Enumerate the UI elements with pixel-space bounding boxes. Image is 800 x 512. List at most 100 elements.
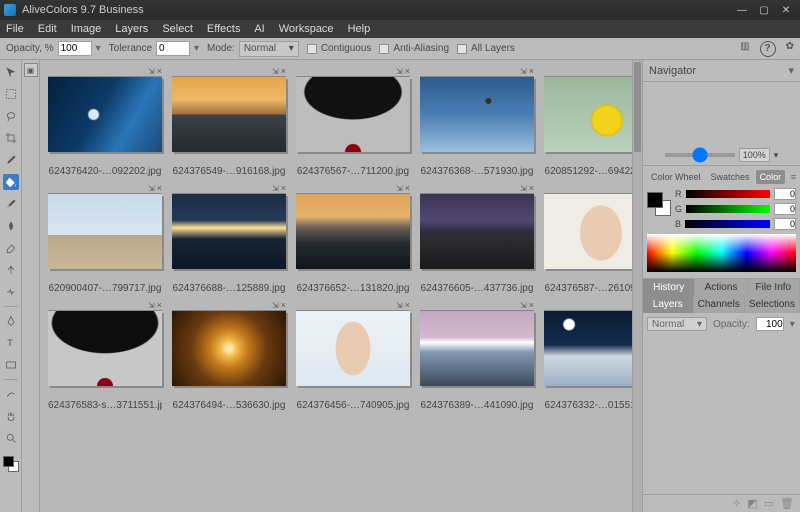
color-spectrum[interactable] — [647, 234, 796, 272]
thumbnail-card[interactable]: ⇲×624376567-…711200.jpg — [296, 66, 410, 177]
crop-tool[interactable] — [3, 130, 19, 146]
thumbnail-card[interactable]: ⇲×624376605-…437736.jpg — [420, 183, 534, 294]
r-input[interactable] — [774, 188, 796, 200]
close-icon[interactable]: × — [405, 300, 410, 310]
layer-new-icon[interactable]: ▭ — [764, 497, 774, 510]
g-slider[interactable] — [686, 205, 770, 213]
layer-fx-icon[interactable]: ✧ — [732, 497, 741, 510]
menu-edit[interactable]: Edit — [38, 23, 57, 35]
thumbnail-card[interactable]: ⇲×624376494-…536630.jpg — [172, 300, 286, 411]
pin-icon[interactable]: ⇲ — [272, 67, 279, 76]
color-swatch[interactable] — [3, 456, 19, 472]
pin-icon[interactable]: ⇲ — [520, 67, 527, 76]
blend-mode-dropdown[interactable]: Normal▾ — [647, 317, 707, 331]
close-icon[interactable]: × — [529, 183, 534, 193]
thumbnail-card[interactable]: ⇲×624376456-…740905.jpg — [296, 300, 410, 411]
thumbnail-card[interactable]: ⇲×624376549-…916168.jpg — [172, 66, 286, 177]
menu-ai[interactable]: AI — [254, 23, 264, 35]
tolerance-stepper-icon[interactable]: ▾ — [194, 43, 199, 54]
close-icon[interactable]: × — [405, 183, 410, 193]
thumbnail-card[interactable]: ⇲×624376389-…441090.jpg — [420, 300, 534, 411]
gallery-scrollbar[interactable] — [632, 60, 642, 512]
thumbnail-card[interactable]: ⇲×624376583-s…3711551.jpg — [48, 300, 162, 411]
mode-dropdown[interactable]: Normal▾ — [239, 41, 299, 57]
thumbnail-image[interactable] — [544, 194, 632, 269]
tab-selections[interactable]: Selections — [745, 296, 800, 313]
lasso-tool[interactable] — [3, 108, 19, 124]
pin-icon[interactable]: ⇲ — [272, 184, 279, 193]
zoom-tool[interactable] — [3, 430, 19, 446]
thumbnail-image[interactable] — [296, 194, 410, 269]
eraser-tool[interactable] — [3, 240, 19, 256]
pin-icon[interactable]: ⇲ — [396, 184, 403, 193]
hand-tool[interactable] — [3, 408, 19, 424]
tab-history[interactable]: History — [643, 279, 695, 296]
thumbnail-image[interactable] — [296, 311, 410, 386]
menu-image[interactable]: Image — [71, 23, 102, 35]
menu-workspace[interactable]: Workspace — [279, 23, 334, 35]
g-input[interactable] — [774, 203, 796, 215]
menu-file[interactable]: File — [6, 23, 24, 35]
panel-menu-icon[interactable]: ▾ — [788, 64, 794, 77]
thumbnail-card[interactable]: ⇲×620900407-…799717.jpg — [48, 183, 162, 294]
close-icon[interactable]: × — [529, 66, 534, 76]
thumbnail-image[interactable] — [296, 77, 410, 152]
tab-color-wheel[interactable]: Color Wheel — [647, 170, 705, 184]
thumbnail-image[interactable] — [48, 311, 162, 386]
smudge-tool[interactable] — [3, 386, 19, 402]
tab-actions[interactable]: Actions — [695, 279, 747, 296]
r-slider[interactable] — [686, 190, 771, 198]
help-icon[interactable]: ? — [760, 41, 776, 57]
b-slider[interactable] — [685, 220, 770, 228]
pin-icon[interactable]: ⇲ — [396, 301, 403, 310]
close-icon[interactable]: × — [405, 66, 410, 76]
close-icon[interactable]: × — [529, 300, 534, 310]
bucket-tool[interactable] — [3, 174, 19, 190]
thumbnail-card[interactable]: ⇲×624376368-…571930.jpg — [420, 66, 534, 177]
thumbnail-image[interactable] — [544, 77, 632, 152]
thumbnail-card[interactable]: ⇲×624376652-…131820.jpg — [296, 183, 410, 294]
menu-layers[interactable]: Layers — [115, 23, 148, 35]
move-tool[interactable] — [3, 64, 19, 80]
thumbnail-image[interactable] — [172, 311, 286, 386]
pin-icon[interactable]: ⇲ — [148, 301, 155, 310]
menu-select[interactable]: Select — [162, 23, 193, 35]
layer-opacity-input[interactable] — [756, 317, 784, 331]
layer-opacity-stepper-icon[interactable]: ▾ — [790, 319, 795, 330]
healing-tool[interactable] — [3, 284, 19, 300]
close-icon[interactable]: × — [157, 183, 162, 193]
thumbnail-card[interactable]: ⇲×624376332-…015519.jpg — [544, 300, 632, 411]
thumbnail-image[interactable] — [172, 194, 286, 269]
color-well[interactable] — [647, 188, 671, 230]
tolerance-input[interactable] — [156, 41, 190, 56]
tab-color[interactable]: Color — [756, 170, 786, 184]
close-icon[interactable]: × — [281, 183, 286, 193]
thumbnail-image[interactable] — [420, 311, 534, 386]
panel-options-icon[interactable]: ≡ — [791, 172, 796, 182]
minimize-button[interactable]: — — [732, 3, 752, 17]
thumbnail-image[interactable] — [172, 77, 286, 152]
menu-effects[interactable]: Effects — [207, 23, 240, 35]
blur-tool[interactable] — [3, 218, 19, 234]
close-icon[interactable]: × — [157, 66, 162, 76]
tab-layers[interactable]: Layers — [643, 296, 694, 313]
zoom-stepper-icon[interactable]: ▾ — [774, 150, 779, 161]
close-icon[interactable]: × — [157, 300, 162, 310]
tab-channels[interactable]: Channels — [694, 296, 745, 313]
opacity-stepper-icon[interactable]: ▾ — [96, 43, 101, 54]
pin-icon[interactable]: ⇲ — [396, 67, 403, 76]
shape-tool[interactable] — [3, 357, 19, 373]
marquee-tool[interactable] — [3, 86, 19, 102]
contiguous-checkbox[interactable] — [307, 44, 317, 54]
settings-icon[interactable]: ✿ — [786, 41, 794, 57]
antialias-checkbox[interactable] — [379, 44, 389, 54]
eyedropper-tool[interactable] — [3, 152, 19, 168]
pin-icon[interactable]: ⇲ — [148, 184, 155, 193]
alllayers-checkbox[interactable] — [457, 44, 467, 54]
brush-tool[interactable] — [3, 196, 19, 212]
thumbnail-card[interactable]: ⇲×620851292-…694221.jpg — [544, 66, 632, 177]
thumbnail-image[interactable] — [420, 194, 534, 269]
close-icon[interactable]: × — [281, 300, 286, 310]
thumbnail-image[interactable] — [48, 194, 162, 269]
pin-icon[interactable]: ⇲ — [272, 301, 279, 310]
